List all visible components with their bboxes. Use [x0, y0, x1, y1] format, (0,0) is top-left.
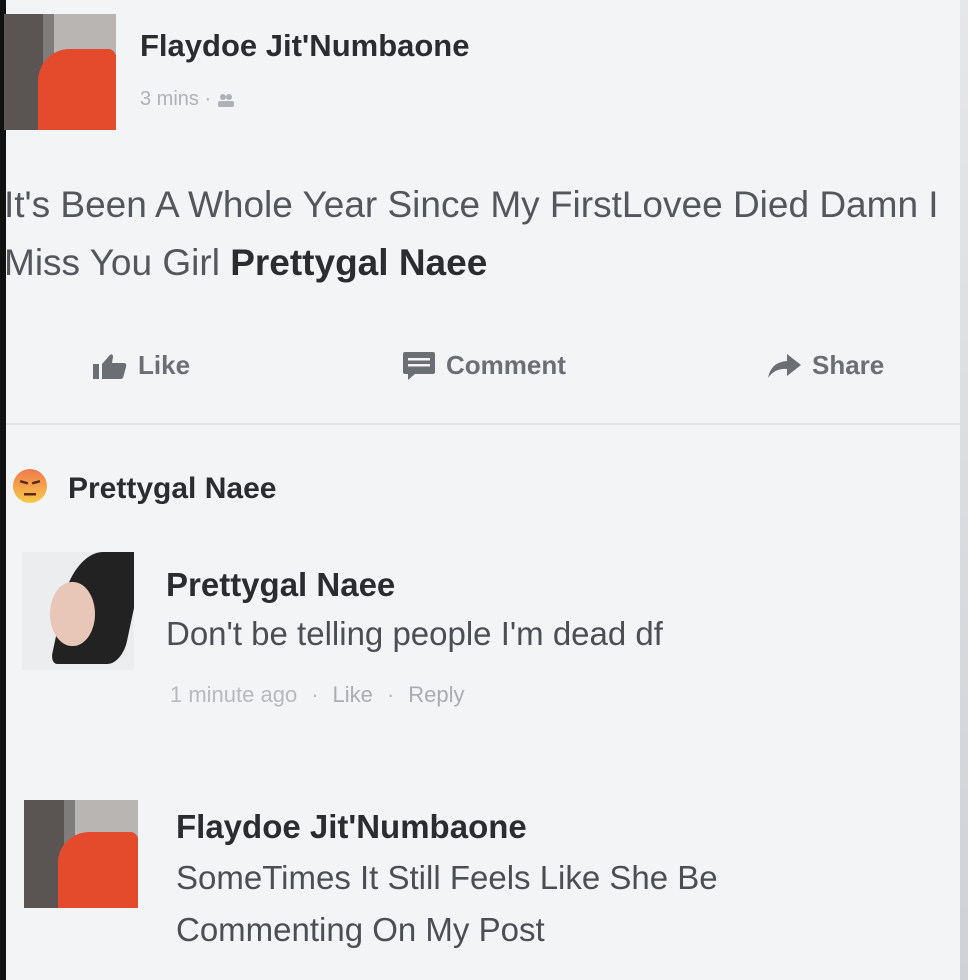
reactions-row[interactable]: Prettygal Naee — [10, 466, 276, 511]
post-meta: 3 mins · — [140, 88, 235, 111]
comment-meta: 1 minute ago · Like · Reply — [170, 682, 464, 708]
friends-icon[interactable] — [217, 88, 235, 110]
comment-avatar[interactable] — [22, 552, 134, 670]
meta-separator: · — [386, 682, 395, 707]
comment-text: Don't be telling people I'm dead df — [166, 615, 663, 652]
meta-separator: · — [311, 682, 319, 707]
post-mention-link[interactable]: Prettygal Naee — [230, 242, 487, 283]
angry-reaction-icon — [10, 466, 50, 511]
like-button[interactable]: Like — [92, 350, 190, 381]
comment-icon — [402, 351, 436, 381]
share-label: Share — [812, 350, 885, 380]
like-label: Like — [138, 350, 191, 380]
screen-edge — [0, 0, 6, 980]
meta-separator: · — [204, 88, 212, 110]
comment-avatar[interactable] — [24, 800, 138, 908]
comment-label: Comment — [446, 350, 566, 380]
comment-time[interactable]: 1 minute ago — [170, 682, 297, 708]
comment-reply-link[interactable]: Reply — [408, 682, 464, 708]
post-text: It's Been A Whole Year Since My FirstLov… — [4, 176, 954, 292]
post-author-name[interactable]: Flaydoe Jit'Numbaone — [140, 28, 469, 64]
post-author-avatar[interactable] — [4, 14, 116, 130]
screen-edge-right — [960, 0, 968, 980]
comment-text-line: Commenting On My Post — [176, 911, 545, 948]
comment-author-name[interactable]: Flaydoe Jit'Numbaone — [176, 808, 527, 846]
comment-text: SomeTimes It Still Feels Like She Be Com… — [176, 852, 936, 956]
thumbs-up-icon — [92, 352, 128, 380]
post-time[interactable]: 3 mins — [140, 88, 199, 110]
actions-divider — [6, 423, 960, 425]
comment-text-line: SomeTimes It Still Feels Like She Be — [176, 859, 718, 896]
share-button[interactable]: Share — [766, 350, 884, 381]
comment-button[interactable]: Comment — [402, 350, 566, 381]
share-arrow-icon — [766, 352, 802, 380]
reactor-name[interactable]: Prettygal Naee — [68, 472, 276, 506]
comment-like-link[interactable]: Like — [333, 682, 373, 708]
comment-author-name[interactable]: Prettygal Naee — [166, 566, 395, 604]
